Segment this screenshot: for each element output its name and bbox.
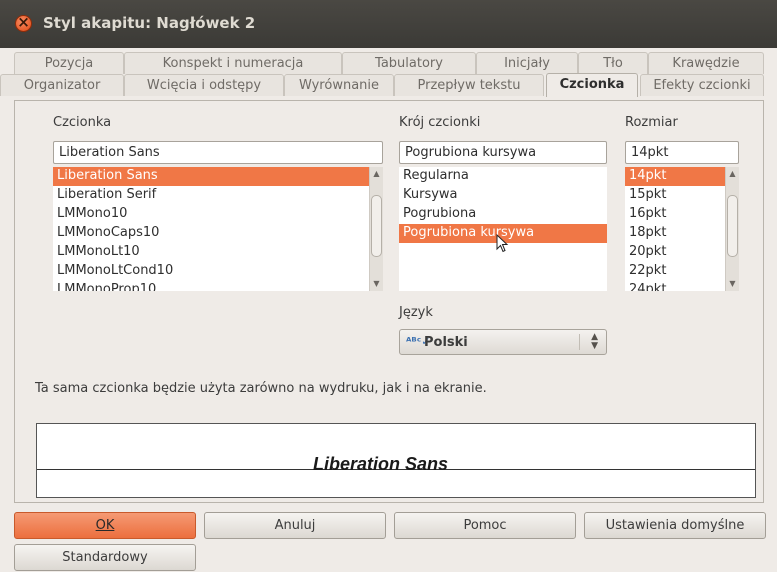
tab-inicjaly[interactable]: Inicjały: [476, 52, 578, 74]
combo-separator: [579, 334, 580, 350]
list-item[interactable]: LMMonoLt10: [53, 243, 383, 262]
tab-tlo[interactable]: Tło: [578, 52, 648, 74]
scroll-down-icon[interactable]: ▼: [370, 277, 383, 291]
tab-efekty[interactable]: Efekty czcionki: [640, 74, 764, 96]
language-value: Polski: [424, 335, 468, 350]
list-item[interactable]: 16pkt: [625, 205, 739, 224]
scroll-up-icon[interactable]: ▲: [370, 167, 383, 181]
scroll-thumb[interactable]: [727, 195, 738, 257]
info-text: Ta sama czcionka będzie użyta zarówno na…: [35, 381, 487, 396]
help-button[interactable]: Pomoc: [394, 512, 576, 539]
font-style-input[interactable]: Pogrubiona kursywa: [399, 141, 607, 164]
tab-pozycja[interactable]: Pozycja: [14, 52, 124, 74]
list-item[interactable]: LMMono10: [53, 205, 383, 224]
cancel-button[interactable]: Anuluj: [204, 512, 386, 539]
tab-konspekt[interactable]: Konspekt i numeracja: [124, 52, 342, 74]
tab-czcionka[interactable]: Czcionka: [546, 73, 638, 97]
tab-organizator[interactable]: Organizator: [0, 74, 124, 96]
spin-arrows-icon: ▲ ▼: [591, 332, 598, 351]
font-preview: Liberation Sans: [36, 423, 756, 498]
style-label: Krój czcionki: [399, 115, 481, 130]
tab-bar: Pozycja Konspekt i numeracja Tabulatory …: [0, 48, 777, 102]
ok-button[interactable]: OK: [14, 512, 196, 539]
list-item[interactable]: Pogrubiona: [399, 205, 607, 224]
font-name-input[interactable]: Liberation Sans: [53, 141, 383, 164]
list-item[interactable]: Liberation Serif: [53, 186, 383, 205]
size-label: Rozmiar: [625, 115, 678, 130]
list-item[interactable]: 20pkt: [625, 243, 739, 262]
font-label: Czcionka: [53, 115, 112, 130]
list-item[interactable]: 15pkt: [625, 186, 739, 205]
tab-wyrownanie[interactable]: Wyrównanie: [284, 74, 394, 96]
list-item[interactable]: LMMonoProp10: [53, 281, 383, 291]
list-item[interactable]: Kursywa: [399, 186, 607, 205]
preview-text: Liberation Sans: [313, 454, 449, 474]
list-item[interactable]: LMMonoLtCond10: [53, 262, 383, 281]
font-list-scrollbar[interactable]: ▲ ▼: [369, 167, 383, 291]
tab-wciecia[interactable]: Wcięcia i odstępy: [124, 74, 284, 96]
list-item[interactable]: Regularna: [399, 167, 607, 186]
font-panel: Czcionka Liberation Sans Liberation Sans…: [14, 100, 764, 503]
close-icon[interactable]: [15, 13, 32, 32]
scroll-thumb[interactable]: [371, 195, 382, 257]
list-item[interactable]: 18pkt: [625, 224, 739, 243]
mouse-cursor-icon: [496, 234, 509, 253]
tab-krawedzie[interactable]: Krawędzie: [648, 52, 764, 74]
scroll-down-icon[interactable]: ▼: [726, 277, 739, 291]
window-titlebar: Styl akapitu: Nagłówek 2: [0, 0, 777, 48]
window-title: Styl akapitu: Nagłówek 2: [43, 14, 256, 32]
list-item[interactable]: Liberation Sans: [53, 167, 383, 186]
font-size-input[interactable]: 14pkt: [625, 141, 739, 164]
scroll-up-icon[interactable]: ▲: [726, 167, 739, 181]
tab-przeplyw[interactable]: Przepływ tekstu: [394, 74, 544, 96]
tab-tabulatory[interactable]: Tabulatory: [342, 52, 476, 74]
style-list[interactable]: Regularna Kursywa Pogrubiona Pogrubiona …: [399, 167, 607, 291]
ok-label: OK: [95, 518, 115, 533]
list-item[interactable]: 14pkt: [625, 167, 725, 186]
language-label: Język: [399, 305, 433, 320]
list-item[interactable]: 22pkt: [625, 262, 739, 281]
size-list[interactable]: 14pkt 15pkt 16pkt 18pkt 20pkt 22pkt 24pk…: [625, 167, 739, 291]
language-select[interactable]: ᴬᴮᶜ✓ Polski ▲ ▼: [399, 329, 607, 355]
list-item[interactable]: 24pkt: [625, 281, 739, 291]
list-item[interactable]: LMMonoCaps10: [53, 224, 383, 243]
font-list[interactable]: Liberation Sans Liberation Serif LMMono1…: [53, 167, 383, 291]
size-list-scrollbar[interactable]: ▲ ▼: [725, 167, 739, 291]
defaults-button[interactable]: Ustawienia domyślne: [584, 512, 766, 539]
standard-button[interactable]: Standardowy: [14, 544, 196, 571]
